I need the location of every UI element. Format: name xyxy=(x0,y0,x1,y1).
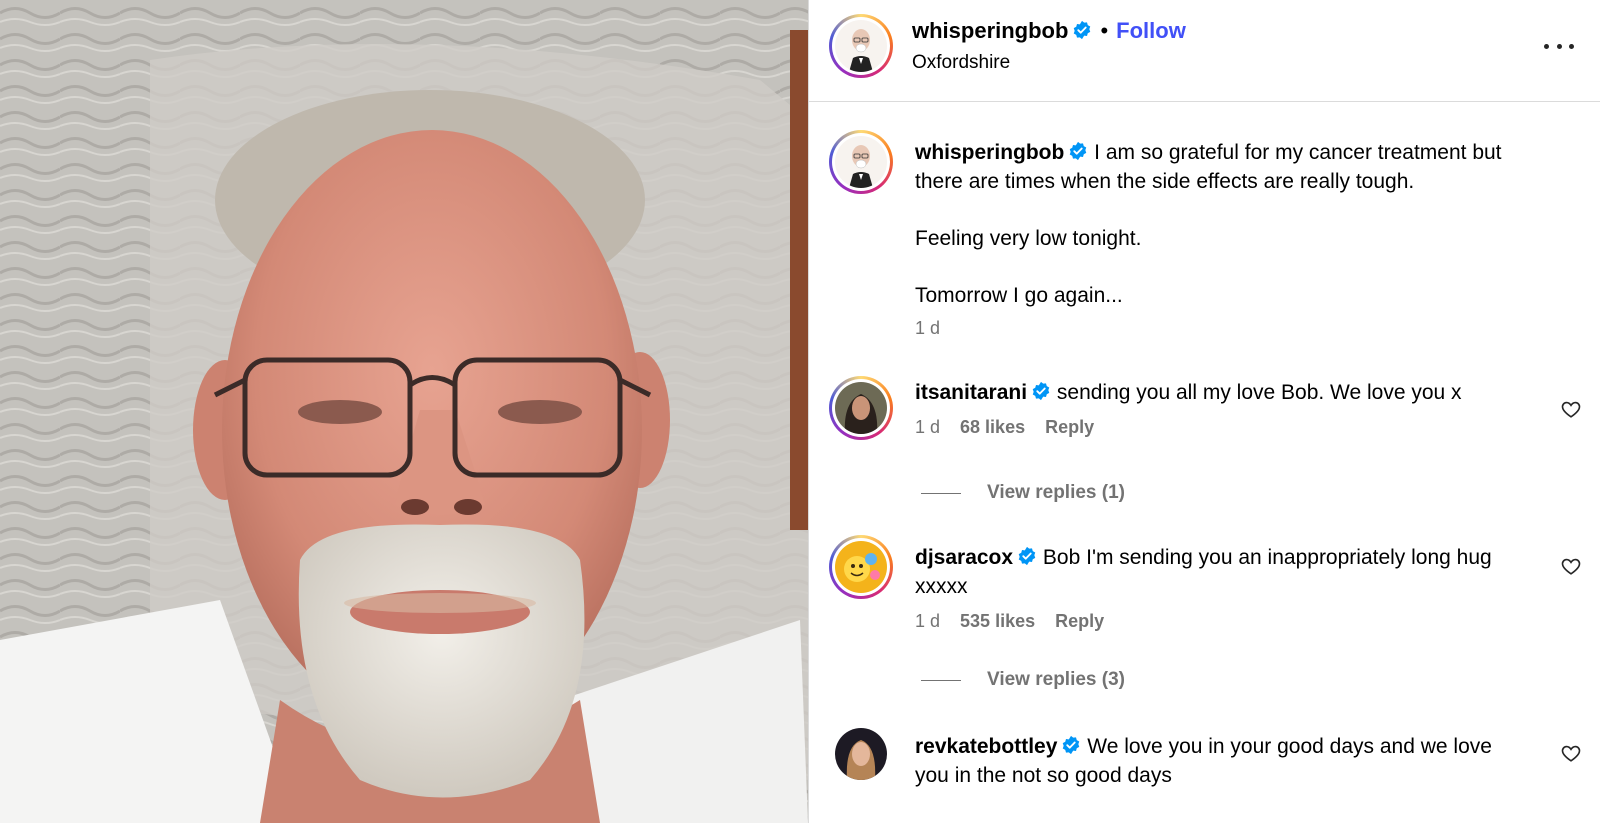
comment-timestamp[interactable]: 1 d xyxy=(915,417,940,437)
divider-line xyxy=(921,679,961,681)
profile-photo-icon xyxy=(835,382,887,434)
profile-photo-icon xyxy=(835,728,887,780)
caption-timestamp[interactable]: 1 d xyxy=(915,318,1555,339)
heart-icon[interactable] xyxy=(1560,398,1582,420)
commenter-avatar[interactable] xyxy=(835,728,887,780)
comment-likes[interactable]: 535 likes xyxy=(960,611,1035,631)
heart-icon[interactable] xyxy=(1560,555,1582,577)
comments-panel: whisperingbob • Follow Oxfordshire whisper… xyxy=(808,0,1600,823)
comment-text: sending you all my love Bob. We love you… xyxy=(1056,381,1462,404)
author-username[interactable]: whisperingbob xyxy=(912,18,1068,43)
reply-button[interactable]: Reply xyxy=(1055,611,1104,631)
post-location[interactable]: Oxfordshire xyxy=(912,52,1010,74)
emoji-avatar-icon xyxy=(835,541,887,593)
more-options-icon[interactable] xyxy=(1544,36,1574,56)
verified-badge-icon xyxy=(1074,20,1091,40)
cartoon-avatar-icon xyxy=(835,136,887,188)
view-replies-button[interactable]: View replies (3) xyxy=(921,669,1125,691)
post-photo[interactable] xyxy=(0,0,808,823)
commenter-avatar[interactable] xyxy=(829,376,893,440)
heart-icon[interactable] xyxy=(1560,742,1582,764)
cartoon-avatar-icon xyxy=(835,20,887,72)
author-avatar[interactable] xyxy=(829,14,893,78)
view-replies-button[interactable]: View replies (1) xyxy=(921,482,1125,504)
commenter-username[interactable]: itsanitarani xyxy=(915,381,1027,404)
follow-button[interactable]: Follow xyxy=(1116,18,1186,43)
verified-badge-icon xyxy=(1032,381,1050,401)
reply-button[interactable]: Reply xyxy=(1045,417,1094,437)
comment-timestamp[interactable]: 1 d xyxy=(915,611,940,631)
view-replies-label: View replies (1) xyxy=(987,482,1125,503)
caption-text-line2: Feeling very low tonight. xyxy=(915,227,1142,250)
comment-likes[interactable]: 68 likes xyxy=(960,417,1025,437)
divider-line xyxy=(921,492,961,494)
commenter-username[interactable]: djsaracox xyxy=(915,546,1013,569)
caption-text-line3: Tomorrow I go again... xyxy=(915,284,1123,307)
view-replies-label: View replies (3) xyxy=(987,669,1125,690)
commenter-username[interactable]: revkatebottley xyxy=(915,735,1057,758)
post-image-selfie xyxy=(0,0,808,823)
caption-username[interactable]: whisperingbob xyxy=(915,141,1064,164)
caption-avatar[interactable] xyxy=(829,130,893,194)
verified-badge-icon xyxy=(1018,546,1036,566)
separator-dot: • xyxy=(1100,18,1109,43)
post-header: whisperingbob • Follow Oxfordshire xyxy=(809,0,1600,102)
verified-badge-icon xyxy=(1070,141,1087,161)
commenter-avatar[interactable] xyxy=(829,535,893,599)
verified-badge-icon xyxy=(1063,735,1080,755)
